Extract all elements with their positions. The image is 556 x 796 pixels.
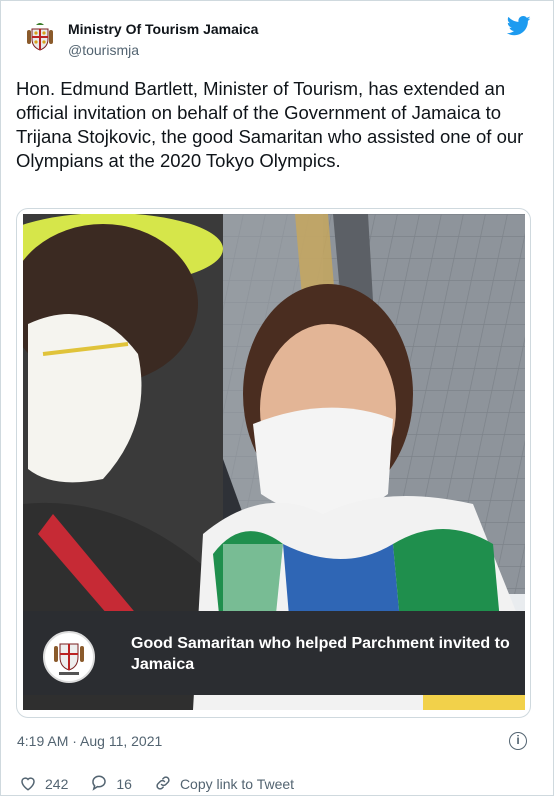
author-handle[interactable]: @tourismja xyxy=(68,42,139,58)
info-icon[interactable]: i xyxy=(509,732,527,750)
avatar[interactable] xyxy=(20,17,60,57)
heart-icon xyxy=(19,774,45,795)
media-caption-banner[interactable]: Good Samaritan who helped Parchment invi… xyxy=(23,611,525,695)
reply-button[interactable]: 16 xyxy=(90,774,132,795)
tweet-actions: 242 16 Copy link to Tweet xyxy=(19,773,316,795)
ministry-logo-icon xyxy=(43,631,95,683)
tweet-text: Hon. Edmund Bartlett, Minister of Touris… xyxy=(16,78,524,171)
reply-count: 16 xyxy=(116,776,132,792)
author-name[interactable]: Ministry Of Tourism Jamaica xyxy=(68,21,258,37)
link-icon xyxy=(154,774,180,795)
tweet-card: Ministry Of Tourism Jamaica @tourismja H… xyxy=(0,0,554,796)
copy-link-label: Copy link to Tweet xyxy=(179,776,295,792)
tweet-timestamp[interactable]: 4:19 AM · Aug 11, 2021 xyxy=(17,733,162,749)
twitter-bird-icon[interactable] xyxy=(506,16,531,41)
copy-link-button[interactable]: Copy link to Tweet xyxy=(154,774,294,795)
like-button[interactable]: 242 xyxy=(19,774,68,795)
media-caption: Good Samaritan who helped Parchment invi… xyxy=(131,635,510,673)
like-count: 242 xyxy=(45,776,69,792)
comment-icon xyxy=(90,774,116,795)
tweet-media[interactable]: Good Samaritan who helped Parchment invi… xyxy=(16,208,531,718)
